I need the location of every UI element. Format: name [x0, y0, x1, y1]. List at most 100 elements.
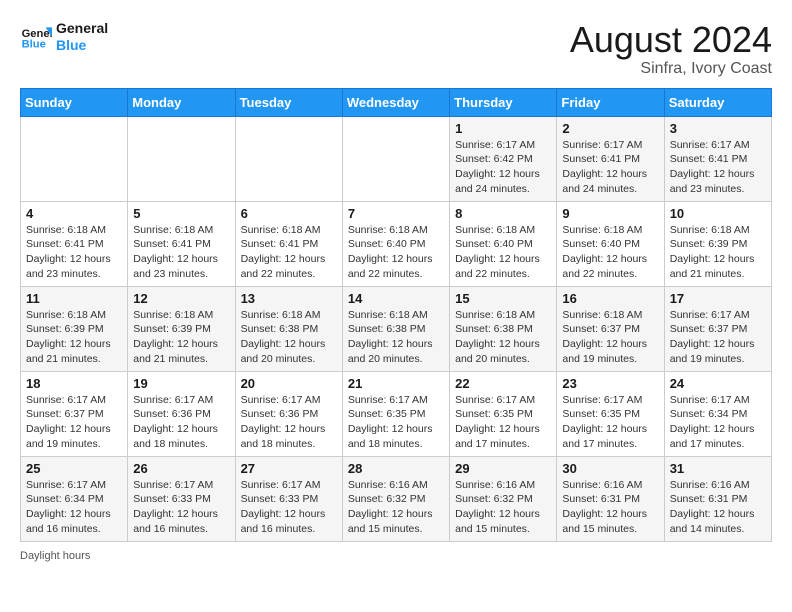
calendar-day-cell: 23Sunrise: 6:17 AMSunset: 6:35 PMDayligh… — [557, 371, 664, 456]
calendar-day-cell: 1 Sunrise: 6:17 AMSunset: 6:42 PMDaylight… — [450, 116, 557, 201]
calendar-day-cell: 15 Sunrise: 6:18 AMSunset: 6:38 PMDayligh… — [450, 286, 557, 371]
calendar-day-cell: 21 Sunrise: 6:17 AMSunset: 6:35 PMDayligh… — [342, 371, 449, 456]
day-number: 14 — [348, 291, 444, 306]
day-number: 24 — [670, 376, 766, 391]
day-number: 8 — [455, 206, 551, 221]
day-number: 19 — [133, 376, 229, 391]
day-info: Sunrise: 6:17 AMSunset: 6:34 PMDaylight:… — [670, 393, 766, 452]
day-of-week-header: Sunday — [21, 88, 128, 116]
calendar-week-row: 4 Sunrise: 6:18 AMSunset: 6:41 PMDaylight… — [21, 201, 772, 286]
day-info: Sunrise: 6:16 AMSunset: 6:31 PMDaylight:… — [562, 478, 658, 537]
day-number: 1 — [455, 121, 551, 136]
logo-blue: Blue — [56, 37, 108, 54]
day-number: 11 — [26, 291, 122, 306]
calendar-day-cell: 12 Sunrise: 6:18 AMSunset: 6:39 PMDayligh… — [128, 286, 235, 371]
day-number: 17 — [670, 291, 766, 306]
day-info: Sunrise: 6:16 AMSunset: 6:32 PMDaylight:… — [455, 478, 551, 537]
calendar-day-cell: 3 Sunrise: 6:17 AMSunset: 6:41 PMDaylight… — [664, 116, 771, 201]
calendar-day-cell: 24 Sunrise: 6:17 AMSunset: 6:34 PMDayligh… — [664, 371, 771, 456]
month-year-title: August 2024 — [570, 20, 772, 60]
day-number: 6 — [241, 206, 337, 221]
day-info: Sunrise: 6:18 AMSunset: 6:38 PMDaylight:… — [348, 308, 444, 367]
calendar-day-cell: 27 Sunrise: 6:17 AMSunset: 6:33 PMDayligh… — [235, 456, 342, 541]
logo-icon: General Blue — [20, 21, 52, 53]
day-info: Sunrise: 6:17 AMSunset: 6:37 PMDaylight:… — [26, 393, 122, 452]
day-info: Sunrise: 6:17 AMSunset: 6:33 PMDaylight:… — [241, 478, 337, 537]
day-number: 10 — [670, 206, 766, 221]
calendar-day-cell: 8Sunrise: 6:18 AMSunset: 6:40 PMDaylight… — [450, 201, 557, 286]
calendar-week-row: 18 Sunrise: 6:17 AMSunset: 6:37 PMDayligh… — [21, 371, 772, 456]
calendar-day-cell: 28Sunrise: 6:16 AMSunset: 6:32 PMDayligh… — [342, 456, 449, 541]
calendar-table: SundayMondayTuesdayWednesdayThursdayFrid… — [20, 88, 772, 542]
day-number: 29 — [455, 461, 551, 476]
day-of-week-header: Friday — [557, 88, 664, 116]
day-info: Sunrise: 6:17 AMSunset: 6:35 PMDaylight:… — [455, 393, 551, 452]
calendar-day-cell: 2Sunrise: 6:17 AMSunset: 6:41 PMDaylight… — [557, 116, 664, 201]
calendar-day-cell: 19Sunrise: 6:17 AMSunset: 6:36 PMDayligh… — [128, 371, 235, 456]
day-info: Sunrise: 6:17 AMSunset: 6:35 PMDaylight:… — [562, 393, 658, 452]
calendar-day-cell: 14 Sunrise: 6:18 AMSunset: 6:38 PMDayligh… — [342, 286, 449, 371]
logo: General Blue General Blue — [20, 20, 108, 54]
day-number: 5 — [133, 206, 229, 221]
title-section: August 2024 Sinfra, Ivory Coast — [570, 20, 772, 78]
day-info: Sunrise: 6:18 AMSunset: 6:39 PMDaylight:… — [670, 223, 766, 282]
calendar-day-cell — [128, 116, 235, 201]
calendar-day-cell: 17 Sunrise: 6:17 AMSunset: 6:37 PMDayligh… — [664, 286, 771, 371]
day-info: Sunrise: 6:16 AMSunset: 6:32 PMDaylight:… — [348, 478, 444, 537]
day-info: Sunrise: 6:18 AMSunset: 6:41 PMDaylight:… — [133, 223, 229, 282]
calendar-day-cell — [21, 116, 128, 201]
day-info: Sunrise: 6:18 AMSunset: 6:38 PMDaylight:… — [455, 308, 551, 367]
day-number: 20 — [241, 376, 337, 391]
calendar-day-cell: 13 Sunrise: 6:18 AMSunset: 6:38 PMDayligh… — [235, 286, 342, 371]
day-number: 21 — [348, 376, 444, 391]
day-info: Sunrise: 6:17 AMSunset: 6:36 PMDaylight:… — [241, 393, 337, 452]
location-subtitle: Sinfra, Ivory Coast — [570, 60, 772, 78]
day-number: 15 — [455, 291, 551, 306]
svg-text:Blue: Blue — [22, 38, 46, 50]
day-number: 22 — [455, 376, 551, 391]
day-info: Sunrise: 6:18 AMSunset: 6:41 PMDaylight:… — [26, 223, 122, 282]
day-number: 7 — [348, 206, 444, 221]
calendar-header-row: SundayMondayTuesdayWednesdayThursdayFrid… — [21, 88, 772, 116]
calendar-day-cell: 10 Sunrise: 6:18 AMSunset: 6:39 PMDayligh… — [664, 201, 771, 286]
day-number: 4 — [26, 206, 122, 221]
day-info: Sunrise: 6:17 AMSunset: 6:35 PMDaylight:… — [348, 393, 444, 452]
footer-text: Daylight hours — [20, 550, 90, 562]
calendar-day-cell: 5 Sunrise: 6:18 AMSunset: 6:41 PMDaylight… — [128, 201, 235, 286]
calendar-day-cell: 20 Sunrise: 6:17 AMSunset: 6:36 PMDayligh… — [235, 371, 342, 456]
day-info: Sunrise: 6:18 AMSunset: 6:40 PMDaylight:… — [562, 223, 658, 282]
day-number: 27 — [241, 461, 337, 476]
day-info: Sunrise: 6:18 AMSunset: 6:40 PMDaylight:… — [348, 223, 444, 282]
footer: Daylight hours — [20, 550, 772, 562]
day-number: 16 — [562, 291, 658, 306]
day-number: 9 — [562, 206, 658, 221]
day-number: 12 — [133, 291, 229, 306]
day-info: Sunrise: 6:17 AMSunset: 6:34 PMDaylight:… — [26, 478, 122, 537]
calendar-day-cell: 31Sunrise: 6:16 AMSunset: 6:31 PMDayligh… — [664, 456, 771, 541]
calendar-day-cell: 22 Sunrise: 6:17 AMSunset: 6:35 PMDayligh… — [450, 371, 557, 456]
calendar-day-cell: 9 Sunrise: 6:18 AMSunset: 6:40 PMDaylight… — [557, 201, 664, 286]
day-info: Sunrise: 6:17 AMSunset: 6:42 PMDaylight:… — [455, 138, 551, 197]
day-info: Sunrise: 6:17 AMSunset: 6:37 PMDaylight:… — [670, 308, 766, 367]
calendar-day-cell: 11Sunrise: 6:18 AMSunset: 6:39 PMDayligh… — [21, 286, 128, 371]
day-info: Sunrise: 6:17 AMSunset: 6:41 PMDaylight:… — [670, 138, 766, 197]
calendar-day-cell: 18 Sunrise: 6:17 AMSunset: 6:37 PMDayligh… — [21, 371, 128, 456]
day-info: Sunrise: 6:18 AMSunset: 6:41 PMDaylight:… — [241, 223, 337, 282]
calendar-day-cell: 30Sunrise: 6:16 AMSunset: 6:31 PMDayligh… — [557, 456, 664, 541]
calendar-day-cell: 7 Sunrise: 6:18 AMSunset: 6:40 PMDaylight… — [342, 201, 449, 286]
day-number: 18 — [26, 376, 122, 391]
calendar-day-cell — [235, 116, 342, 201]
day-info: Sunrise: 6:18 AMSunset: 6:39 PMDaylight:… — [133, 308, 229, 367]
calendar-day-cell: 4 Sunrise: 6:18 AMSunset: 6:41 PMDaylight… — [21, 201, 128, 286]
calendar-week-row: 11 Sunrise: 6:18 AMSunset: 6:39 PMDayligh… — [21, 286, 772, 371]
day-number: 13 — [241, 291, 337, 306]
day-info: Sunrise: 6:18 AMSunset: 6:37 PMDaylight:… — [562, 308, 658, 367]
day-number: 25 — [26, 461, 122, 476]
calendar-day-cell: 29 Sunrise: 6:16 AMSunset: 6:32 PMDayligh… — [450, 456, 557, 541]
day-number: 3 — [670, 121, 766, 136]
page-header: General Blue General Blue August 2024 Si… — [20, 20, 772, 78]
day-info: Sunrise: 6:16 AMSunset: 6:31 PMDaylight:… — [670, 478, 766, 537]
day-number: 2 — [562, 121, 658, 136]
day-info: Sunrise: 6:18 AMSunset: 6:38 PMDaylight:… — [241, 308, 337, 367]
day-number: 26 — [133, 461, 229, 476]
